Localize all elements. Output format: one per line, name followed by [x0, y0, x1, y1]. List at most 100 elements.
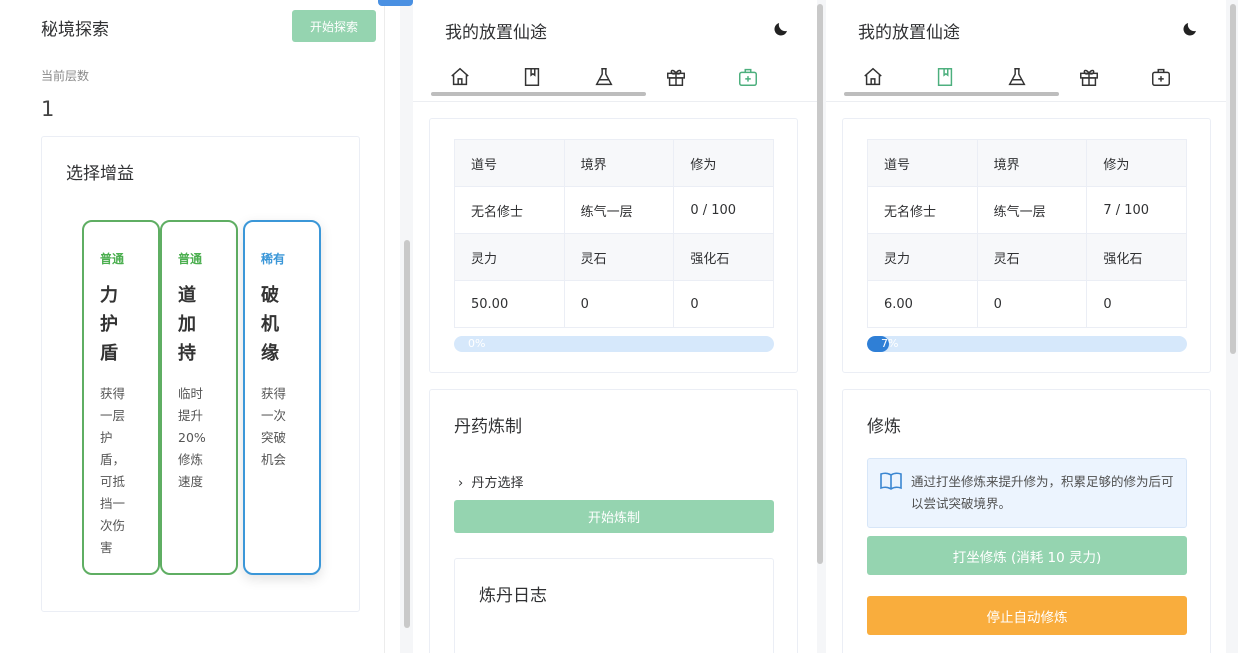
header-realm: 境界	[563, 139, 675, 187]
status-table: 道号 境界 修为 无名修士 练气一层 7 / 100 灵力 灵石 强化石 6.0…	[867, 139, 1187, 328]
status-panel: 道号 境界 修为 无名修士 练气一层 0 / 100 灵力 灵石 强化石 50.…	[429, 118, 798, 373]
header-stones: 灵石	[976, 233, 1088, 281]
gift-icon	[667, 69, 685, 86]
value-cultivation: 7 / 100	[1086, 186, 1187, 234]
tab-home[interactable]	[862, 66, 888, 92]
buff-name: 破机缘	[261, 285, 279, 364]
cultivate-tip: 通过打坐修炼来提升修为，积累足够的修为后可以尝试突破境界。	[867, 458, 1187, 528]
app-title: 我的放置仙途	[445, 23, 547, 43]
value-enhance: 0	[1086, 280, 1187, 328]
header-spirit: 灵力	[454, 233, 565, 281]
buff-rarity: 稀有	[261, 252, 286, 266]
recipe-select[interactable]: › 丹方选择	[458, 472, 523, 491]
alchemy-log-title: 炼丹日志	[479, 586, 547, 606]
chevron-right-icon: ›	[458, 476, 472, 491]
header-cultivation: 修为	[673, 139, 774, 187]
header-daohao: 道号	[454, 139, 565, 187]
top-indicator	[378, 0, 413, 6]
tab-book[interactable]	[521, 66, 547, 92]
header-cultivation: 修为	[1086, 139, 1187, 187]
game-panel-alchemy: 我的放置仙途 道号 境界 修为 无名修士 练气一层 0 / 100 灵力 灵石 …	[413, 0, 817, 653]
book-icon	[524, 68, 540, 86]
alchemy-log: 炼丹日志	[454, 558, 774, 653]
header-daohao: 道号	[867, 139, 978, 187]
value-realm: 练气一层	[563, 186, 675, 234]
recipe-label: 丹方选择	[471, 476, 524, 491]
game-panel-cultivate: 我的放置仙途 道号 境界 修为 无名修士 练气一层 7 / 100 灵力 灵石 …	[826, 0, 1226, 653]
buff-select-box: 选择增益 普通 力护盾 获得一层护盾，可抵挡一次伤害 普通 道加持 临时提升20…	[41, 136, 360, 612]
tab-alchemy[interactable]	[1006, 66, 1032, 92]
home-icon	[864, 67, 882, 86]
buff-rarity: 普通	[178, 252, 203, 266]
tab-gift[interactable]	[1078, 66, 1104, 92]
flask-icon	[595, 68, 613, 86]
tab-alchemy[interactable]	[593, 66, 619, 92]
cultivate-title: 修炼	[867, 417, 901, 437]
progress-text: 0%	[468, 337, 486, 350]
status-table: 道号 境界 修为 无名修士 练气一层 0 / 100 灵力 灵石 强化石 50.…	[454, 139, 774, 328]
cultivation-progress: 0%	[454, 336, 774, 352]
buff-name: 道加持	[178, 285, 196, 364]
value-stones: 0	[976, 280, 1088, 328]
buff-name: 力护盾	[100, 285, 118, 364]
tab-home[interactable]	[449, 66, 475, 92]
cultivation-progress: 7%	[867, 336, 1187, 352]
moon-icon[interactable]	[772, 20, 790, 38]
value-daohao: 无名修士	[454, 186, 565, 234]
buff-card-shield[interactable]: 普通 力护盾 获得一层护盾，可抵挡一次伤害	[82, 220, 160, 575]
value-spirit: 50.00	[454, 280, 565, 328]
buff-desc: 获得一次突破机会	[261, 386, 287, 467]
app-title: 我的放置仙途	[858, 23, 960, 43]
tabs-divider	[826, 101, 1226, 102]
tab-book[interactable]	[934, 66, 960, 92]
buff-card-breakthrough[interactable]: 稀有 破机缘 获得一次突破机会	[243, 220, 321, 575]
header-realm: 境界	[976, 139, 1088, 187]
header-spirit: 灵力	[867, 233, 978, 281]
floor-value: 1	[41, 97, 55, 121]
open-book-icon	[880, 472, 902, 490]
value-daohao: 无名修士	[867, 186, 978, 234]
status-panel: 道号 境界 修为 无名修士 练气一层 7 / 100 灵力 灵石 强化石 6.0…	[842, 118, 1211, 373]
value-enhance: 0	[673, 280, 774, 328]
progress-text: 7%	[881, 337, 899, 350]
tab-medkit[interactable]	[737, 66, 763, 92]
tabs-scrollbar[interactable]	[431, 92, 646, 96]
start-alchemy-button[interactable]: 开始炼制	[454, 500, 774, 533]
stop-auto-cultivate-button[interactable]: 停止自动修炼	[867, 596, 1187, 635]
secret-realm-card: 秘境探索 开始探索 当前层数 1 选择增益 普通 力护盾 获得一层护盾，可抵挡一…	[16, 0, 385, 653]
floor-label: 当前层数	[41, 69, 90, 83]
tabs-divider	[413, 101, 817, 102]
book-icon	[937, 68, 953, 86]
header-enhance: 强化石	[673, 233, 774, 281]
cultivate-tip-text: 通过打坐修炼来提升修为，积累足够的修为后可以尝试突破境界。	[911, 474, 1174, 511]
start-explore-button[interactable]: 开始探索	[292, 10, 376, 42]
buff-desc: 获得一层护盾，可抵挡一次伤害	[100, 386, 126, 555]
alchemy-panel: 丹药炼制 › 丹方选择 开始炼制 炼丹日志	[429, 389, 798, 653]
tabs-scrollbar[interactable]	[844, 92, 1059, 96]
tab-medkit[interactable]	[1150, 66, 1176, 92]
value-realm: 练气一层	[976, 186, 1088, 234]
gift-icon	[1080, 69, 1098, 86]
buff-desc: 临时提升20%修炼速度	[178, 386, 206, 489]
scrollbar-1[interactable]	[404, 240, 410, 628]
meditate-button[interactable]: 打坐修炼 (消耗 10 灵力)	[867, 536, 1187, 575]
flask-icon	[1008, 68, 1026, 86]
cultivate-panel: 修炼 通过打坐修炼来提升修为，积累足够的修为后可以尝试突破境界。 打坐修炼 (消…	[842, 389, 1211, 653]
medkit-icon	[739, 68, 757, 86]
moon-icon[interactable]	[1181, 20, 1199, 38]
medkit-icon	[1152, 68, 1170, 86]
home-icon	[451, 67, 469, 86]
secret-realm-title: 秘境探索	[41, 20, 109, 40]
secret-realm-panel: 秘境探索 开始探索 当前层数 1 选择增益 普通 力护盾 获得一层护盾，可抵挡一…	[0, 0, 400, 653]
value-spirit: 6.00	[867, 280, 978, 328]
header-stones: 灵石	[563, 233, 675, 281]
scrollbar-2[interactable]	[817, 4, 823, 564]
value-stones: 0	[563, 280, 675, 328]
scrollbar-3[interactable]	[1230, 4, 1236, 354]
buff-select-title: 选择增益	[66, 164, 134, 184]
buff-card-boost[interactable]: 普通 道加持 临时提升20%修炼速度	[160, 220, 238, 575]
alchemy-title: 丹药炼制	[454, 417, 522, 437]
tab-gift[interactable]	[665, 66, 691, 92]
buff-rarity: 普通	[100, 252, 125, 266]
value-cultivation: 0 / 100	[673, 186, 774, 234]
